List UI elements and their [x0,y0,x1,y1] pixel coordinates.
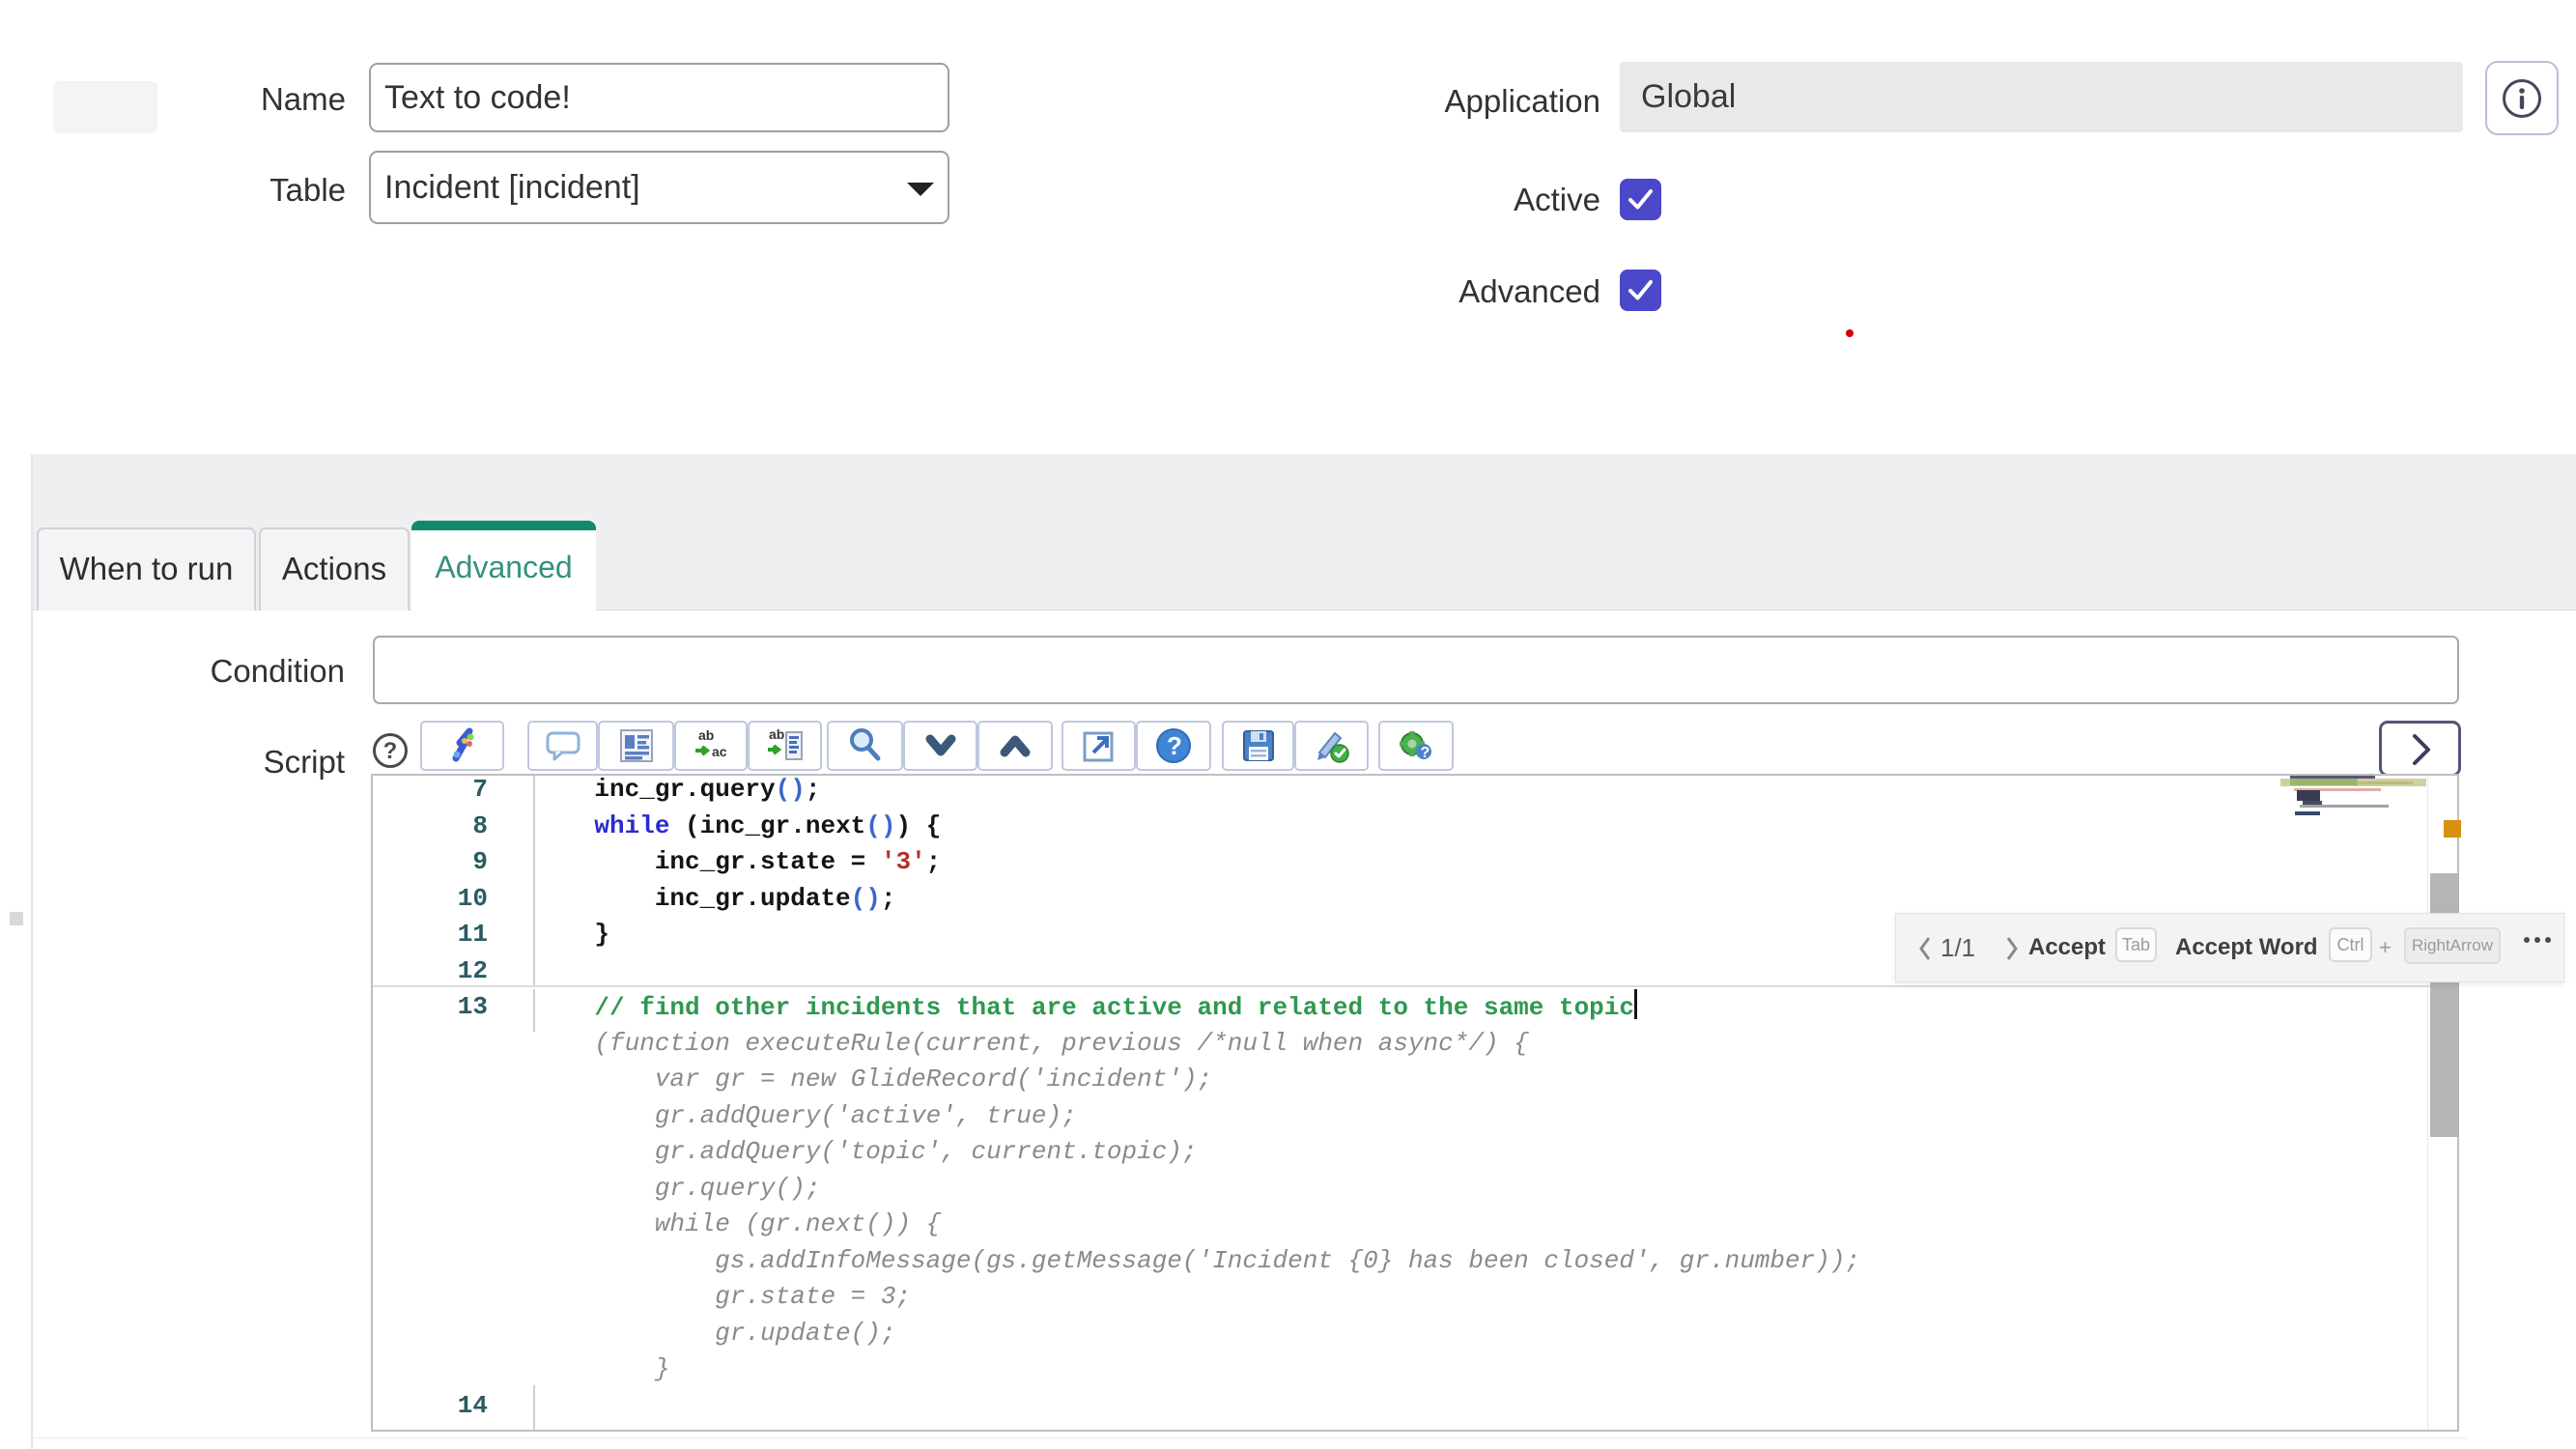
svg-text:?: ? [1167,731,1182,760]
svg-text:ab: ab [698,727,714,743]
svg-text:?: ? [1421,745,1430,761]
svg-text:ab: ab [769,726,784,742]
svg-text:ac: ac [712,744,727,759]
